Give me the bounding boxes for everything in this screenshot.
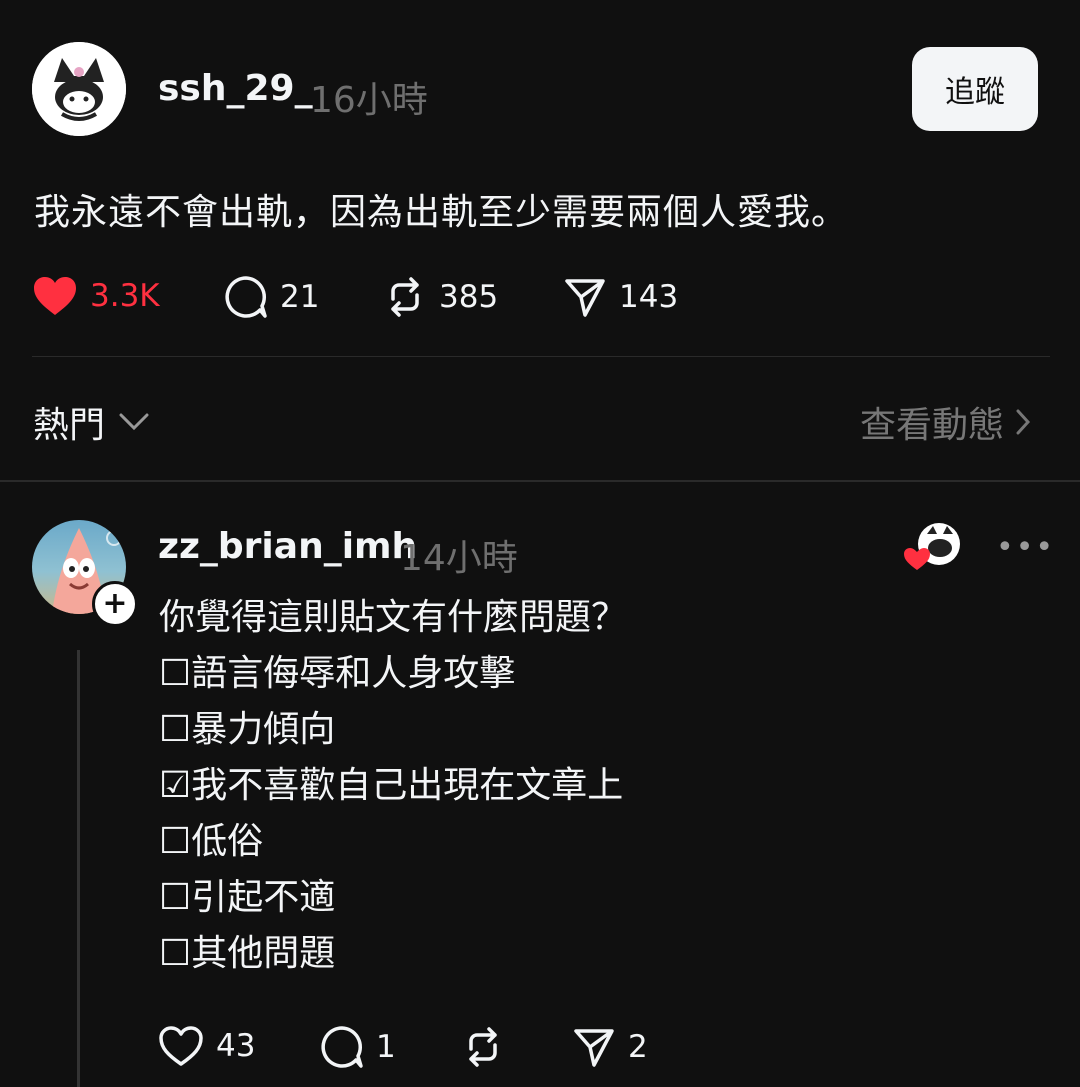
sort-dropdown[interactable]: 熱門: [33, 396, 151, 448]
view-activity-link[interactable]: 查看動態: [860, 396, 1032, 448]
reply-line: ☐語言侮辱和人身攻擊: [159, 653, 516, 694]
chevron-down-icon: [119, 413, 149, 431]
repost-button[interactable]: 385: [383, 275, 498, 319]
post-time: 16小時: [310, 80, 428, 121]
like-button[interactable]: 3.3K: [32, 275, 160, 317]
reply-share-button[interactable]: 2: [572, 1025, 648, 1069]
divider: [32, 356, 1050, 357]
send-icon: [574, 1029, 614, 1067]
send-icon: [565, 279, 605, 317]
author-liked-icon: [904, 523, 960, 570]
chevron-right-icon: [1016, 409, 1031, 435]
repost-icon: [469, 1027, 497, 1067]
reply-button[interactable]: 21: [224, 275, 319, 319]
author-username[interactable]: ssh_29_: [158, 68, 313, 109]
repost-icon: [391, 277, 419, 317]
comment-bubble-icon: [225, 276, 267, 318]
reply-share-count: 2: [628, 1029, 648, 1065]
more-options-button[interactable]: •••: [996, 530, 1055, 565]
kuromi-avatar-icon: [32, 42, 126, 136]
reply-count: 21: [280, 279, 320, 315]
reply-username[interactable]: zz_brian_imh: [158, 526, 417, 567]
reply-repost-button[interactable]: [461, 1025, 505, 1069]
section-divider: [0, 480, 1080, 482]
like-count: 3.3K: [90, 278, 160, 314]
author-liked-indicator: [903, 522, 961, 572]
follow-button[interactable]: 追蹤: [912, 47, 1038, 131]
share-button[interactable]: 143: [563, 275, 678, 319]
view-activity-label: 查看動態: [859, 405, 1004, 446]
reply-line: ☐其他問題: [159, 933, 336, 974]
sort-label: 熱門: [33, 405, 106, 446]
repost-count: 385: [439, 279, 499, 315]
reply-line: ☐低俗: [159, 821, 264, 862]
reply-reply-button[interactable]: 1: [320, 1025, 396, 1069]
author-avatar[interactable]: [32, 42, 126, 136]
share-count: 143: [619, 279, 679, 315]
reply-reply-count: 1: [376, 1029, 396, 1065]
reply-line: ☐引起不適: [159, 877, 336, 918]
thread-line: [77, 650, 80, 1087]
reply-like-button[interactable]: 43: [158, 1025, 255, 1067]
follow-plus-button[interactable]: +: [92, 581, 138, 627]
reply-like-count: 43: [216, 1028, 256, 1064]
comment-bubble-icon: [321, 1026, 363, 1068]
reply-line: 你覺得這則貼文有什麼問題？: [159, 597, 628, 638]
heart-filled-icon: [34, 277, 76, 315]
post-text: 我永遠不會出軌，因為出軌至少需要兩個人愛我。: [34, 192, 849, 233]
reply-time: 14小時: [400, 538, 518, 579]
heart-outline-icon: [159, 1026, 203, 1066]
reply-line: ☑我不喜歡自己出現在文章上: [159, 765, 624, 806]
reply-line: ☐暴力傾向: [159, 709, 336, 750]
reply-text: 你覺得這則貼文有什麼問題？ ☐語言侮辱和人身攻擊 ☐暴力傾向 ☑我不喜歡自己出現…: [159, 590, 627, 982]
